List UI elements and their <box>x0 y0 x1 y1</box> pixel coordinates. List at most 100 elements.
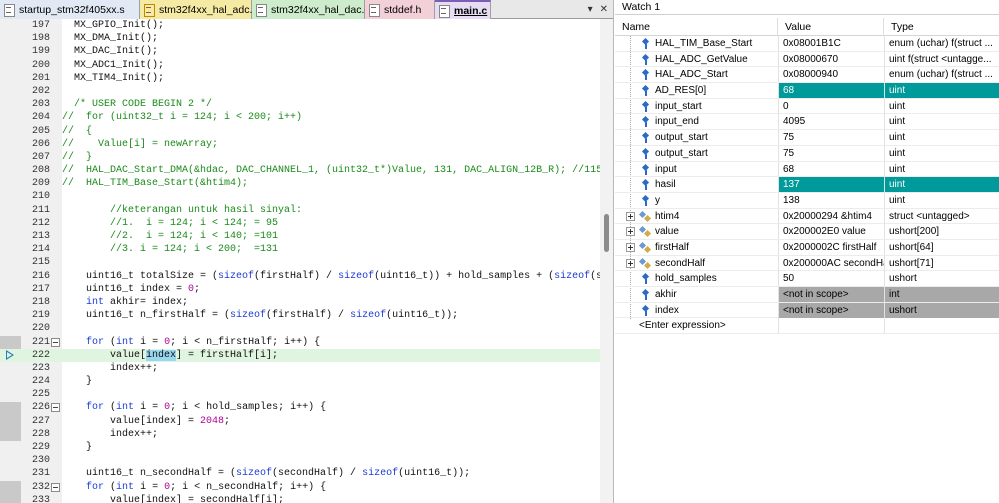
code-line[interactable]: 231 uint16_t n_secondHalf = (sizeof(seco… <box>0 467 613 480</box>
watch-name-cell[interactable]: input_start <box>615 99 778 114</box>
code-line[interactable]: 227 value[index] = 2048; <box>0 415 613 428</box>
code-text[interactable]: // for (uint32_t i = 124; i < 200; i++) <box>62 111 302 124</box>
watch-value-cell[interactable]: 4095 <box>778 114 884 130</box>
code-line[interactable]: 200 MX_ADC1_Init(); <box>0 59 613 72</box>
watch-value-cell[interactable]: 138 <box>778 192 884 208</box>
expand-plus-icon[interactable] <box>626 242 635 252</box>
code-line[interactable]: 213 //2. i = 124; i < 140; =101 <box>0 230 613 243</box>
watch-row[interactable]: y 138 uint <box>615 192 999 209</box>
code-line[interactable]: 206 // Value[i] = newArray; <box>0 138 613 151</box>
code-line[interactable]: 220 <box>0 322 613 335</box>
enter-expression-cell[interactable]: <Enter expression> <box>615 318 778 333</box>
code-text[interactable]: int akhir= index; <box>62 296 188 309</box>
code-text[interactable]: MX_DAC_Init(); <box>62 45 158 58</box>
watch-row[interactable]: hasil 137 uint <box>615 177 999 193</box>
watch-row[interactable]: secondHalf 0x200000AC secondHalf ushort[71… <box>615 255 999 272</box>
enter-expression-placeholder[interactable]: <Enter expression> <box>639 318 726 333</box>
tab-stddef-file[interactable]: stddef.h <box>365 0 435 19</box>
watch-row[interactable]: HAL_ADC_Start 0x08000940 enum (uchar) f(st… <box>615 67 999 84</box>
watch-value-cell[interactable]: 68 <box>778 83 884 99</box>
code-line[interactable]: 199 MX_DAC_Init(); <box>0 45 613 58</box>
watch-row[interactable]: index <not in scope> ushort <box>615 302 999 319</box>
fold-collapse-icon[interactable] <box>51 403 60 413</box>
code-text[interactable]: //3. i = 124; i < 200; =131 <box>62 243 278 256</box>
close-tab-icon[interactable]: ✕ <box>600 4 608 15</box>
watch-value-cell[interactable]: 0x08000670 <box>778 51 884 67</box>
watch-name-cell[interactable]: firstHalf <box>615 240 778 255</box>
code-text[interactable]: for (int i = 0; i < n_secondHalf; i++) { <box>62 481 326 494</box>
code-text[interactable]: // HAL_DAC_Start_DMA(&hdac, DAC_CHANNEL_… <box>62 164 602 177</box>
code-line[interactable]: 230 <box>0 454 613 467</box>
watch-name-cell[interactable]: akhir <box>615 287 778 302</box>
code-line[interactable]: 210 <box>0 190 613 203</box>
code-text[interactable]: for (int i = 0; i < hold_samples; i++) { <box>62 401 326 414</box>
watch-value-cell[interactable]: 0x08000940 <box>778 67 884 83</box>
code-text[interactable]: // } <box>62 151 92 164</box>
scrollbar-thumb[interactable] <box>604 214 609 252</box>
code-editor[interactable]: startup_stm32f405xx.s stm32f4xx_hal_adc.… <box>0 0 614 503</box>
watch-value-cell[interactable]: 0x20000294 &htim4 <box>778 208 884 224</box>
code-line[interactable]: 202 <box>0 85 613 98</box>
watch-row[interactable]: akhir <not in scope> int <box>615 287 999 303</box>
code-text[interactable]: // HAL_TIM_Base_Start(&htim4); <box>62 177 248 190</box>
tab-main-file[interactable]: main.c <box>435 0 491 19</box>
watch-name-cell[interactable]: y <box>615 193 778 208</box>
watch-value-cell[interactable]: <not in scope> <box>778 287 884 302</box>
code-text[interactable]: value[index] = 2048; <box>62 415 230 428</box>
code-line[interactable]: 198 MX_DMA_Init(); <box>0 32 613 45</box>
watch-row[interactable]: input 68 uint <box>615 161 999 178</box>
enter-expression-row[interactable]: <Enter expression> <box>615 318 999 335</box>
tab-hal-adc-file[interactable]: stm32f4xx_hal_adc.c <box>140 0 258 19</box>
code-line[interactable]: 218 int akhir= index; <box>0 296 613 309</box>
code-line[interactable]: 229 } <box>0 441 613 454</box>
code-line[interactable]: 226 for (int i = 0; i < hold_samples; i+… <box>0 401 613 414</box>
code-line[interactable]: 208 // HAL_DAC_Start_DMA(&hdac, DAC_CHANN… <box>0 164 613 177</box>
watch-name-cell[interactable]: HAL_ADC_Start <box>615 67 778 82</box>
watch-row[interactable]: output_start 75 uint <box>615 145 999 162</box>
code-line[interactable]: 211 //keterangan untuk hasil sinyal: <box>0 204 613 217</box>
code-lines[interactable]: 197 MX_GPIO_Init(); 198 MX_DMA_Init(); 199… <box>0 19 613 503</box>
fold-collapse-icon[interactable] <box>51 482 60 492</box>
watch-value-cell[interactable]: 68 <box>778 161 884 177</box>
code-text[interactable]: //keterangan untuk hasil sinyal: <box>62 204 302 217</box>
watch-name-cell[interactable]: output_start <box>615 130 778 145</box>
watch-name-cell[interactable]: output_start <box>615 146 778 161</box>
code-line[interactable]: 216 uint16_t totalSize = (sizeof(firstHa… <box>0 270 613 283</box>
code-text[interactable]: //2. i = 124; i < 140; =101 <box>62 230 278 243</box>
watch-value-cell[interactable]: 0 <box>778 98 884 114</box>
watch-value-cell[interactable]: 0x08001B1C <box>778 36 884 51</box>
watch-value-cell[interactable]: 75 <box>778 145 884 161</box>
tab-list-dropdown-icon[interactable]: ▾ <box>588 4 593 15</box>
watch-value-cell[interactable]: 0x200002E0 value <box>778 224 884 240</box>
code-line[interactable]: 224 } <box>0 375 613 388</box>
watch-value-cell[interactable]: 0x200000AC secondHalf <box>778 255 884 271</box>
watch-name-cell[interactable]: index <box>615 303 778 318</box>
watch-name-cell[interactable]: hold_samples <box>615 271 778 286</box>
watch-row[interactable]: HAL_ADC_GetValue 0x08000670 uint f(struct … <box>615 51 999 68</box>
watch-row[interactable]: hold_samples 50 ushort <box>615 271 999 287</box>
code-text[interactable]: MX_ADC1_Init(); <box>62 59 164 72</box>
code-line[interactable]: 222 value[index] = firstHalf[i]; <box>0 348 613 362</box>
tab-startup-file[interactable]: startup_stm32f405xx.s <box>0 0 140 19</box>
code-text[interactable]: value[index] = secondHalf[i]; <box>62 494 284 503</box>
code-line[interactable]: 225 <box>0 388 613 401</box>
code-text[interactable]: MX_GPIO_Init(); <box>62 19 164 32</box>
code-text[interactable]: for (int i = 0; i < n_firstHalf; i++) { <box>62 336 320 349</box>
watch-name-cell[interactable]: HAL_ADC_GetValue <box>615 52 778 67</box>
code-line[interactable]: 217 uint16_t index = 0; <box>0 283 613 296</box>
watch-row[interactable]: HAL_TIM_Base_Start 0x08001B1C enum (uchar)… <box>615 36 999 52</box>
watch-name-cell[interactable]: hasil <box>615 177 778 192</box>
watch-row[interactable]: input_start 0 uint <box>615 98 999 115</box>
code-text[interactable]: // Value[i] = newArray; <box>62 138 218 151</box>
code-line[interactable]: 219 uint16_t n_firstHalf = (sizeof(first… <box>0 309 613 322</box>
watch-row[interactable]: output_start 75 uint <box>615 130 999 146</box>
code-line[interactable]: 232 for (int i = 0; i < n_secondHalf; i+… <box>0 481 613 494</box>
code-line[interactable]: 203 /* USER CODE BEGIN 2 */ <box>0 98 613 111</box>
watch-row[interactable]: value 0x200002E0 value ushort[200] <box>615 224 999 240</box>
watch-value-cell[interactable]: 0x2000002C firstHalf <box>778 239 884 255</box>
code-text[interactable]: uint16_t n_secondHalf = (sizeof(secondHa… <box>62 467 470 480</box>
code-text[interactable]: } <box>62 375 92 388</box>
column-header-name[interactable]: Name <box>615 18 778 36</box>
watch-value-cell[interactable]: <not in scope> <box>778 302 884 318</box>
code-line[interactable]: 207 // } <box>0 151 613 164</box>
